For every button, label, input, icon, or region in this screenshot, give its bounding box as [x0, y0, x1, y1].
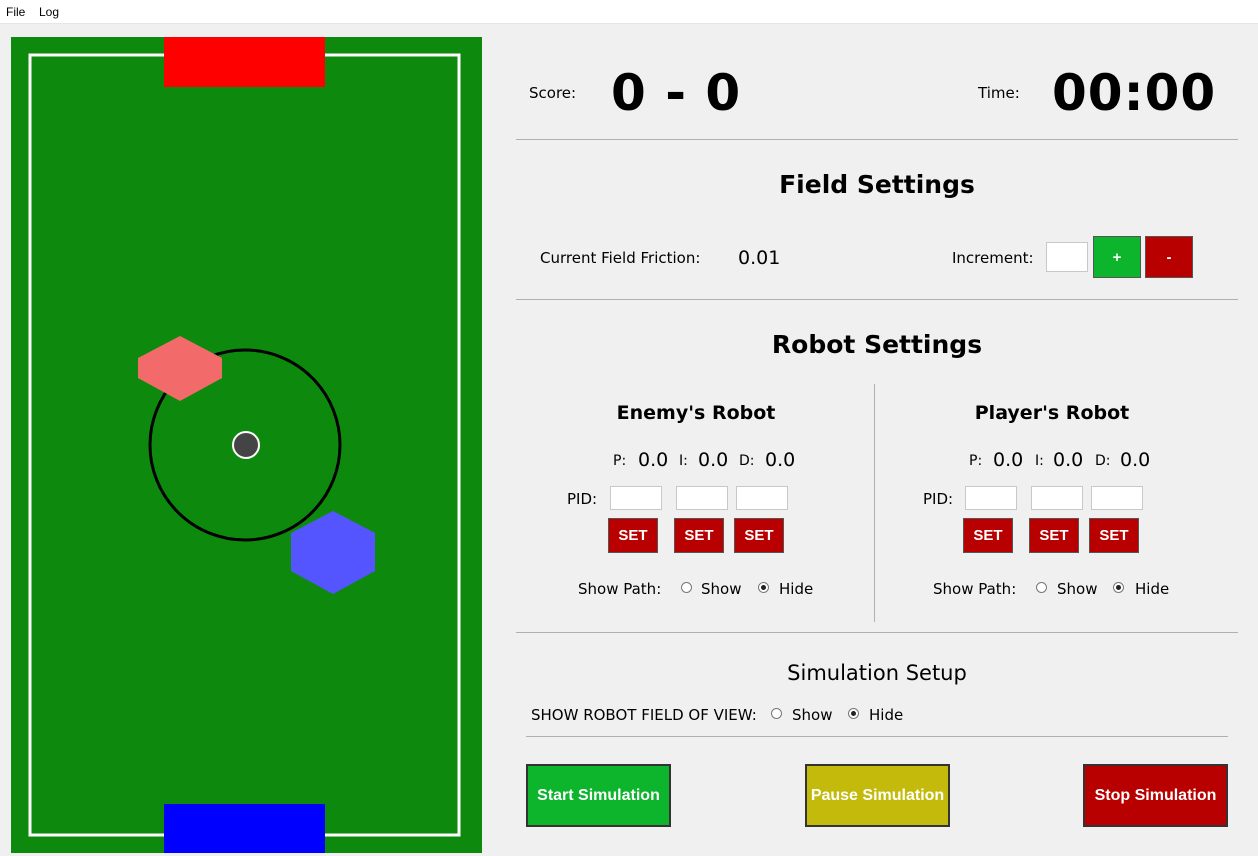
- enemy-d-input[interactable]: [736, 486, 788, 510]
- player-i-key: I:: [1035, 453, 1044, 469]
- stop-simulation-button[interactable]: Stop Simulation: [1083, 764, 1228, 827]
- fov-show-label: Show: [792, 706, 833, 724]
- increment-label: Increment:: [952, 249, 1034, 267]
- player-path-hide-label: Hide: [1135, 580, 1170, 598]
- player-p-input[interactable]: [965, 486, 1017, 510]
- simulation-setup-title: Simulation Setup: [787, 661, 967, 685]
- robot-settings-title: Robot Settings: [771, 330, 983, 359]
- divider: [516, 139, 1238, 140]
- enemy-i-key: I:: [679, 453, 688, 469]
- increment-minus-button[interactable]: -: [1145, 236, 1193, 278]
- player-pid-label: PID:: [923, 490, 954, 508]
- friction-value: 0.01: [738, 247, 781, 269]
- fov-hide-label: Hide: [869, 706, 904, 724]
- enemy-i-input[interactable]: [676, 486, 728, 510]
- field-canvas: [28, 37, 461, 853]
- field-settings-title: Field Settings: [779, 170, 975, 199]
- fov-hide-radio[interactable]: [848, 708, 859, 719]
- soccer-field: [11, 37, 482, 853]
- divider: [516, 632, 1238, 633]
- enemy-set-i-button[interactable]: SET: [674, 518, 724, 553]
- start-simulation-button[interactable]: Start Simulation: [526, 764, 671, 827]
- enemy-robot-title: Enemy's Robot: [616, 402, 776, 424]
- player-set-p-button[interactable]: SET: [963, 518, 1013, 553]
- ball: [232, 431, 260, 459]
- enemy-robot: [138, 336, 222, 401]
- score-value: 0 - 0: [611, 64, 742, 122]
- player-p-value: 0.0: [993, 449, 1024, 471]
- enemy-p-value: 0.0: [638, 449, 669, 471]
- player-goal: [164, 804, 325, 853]
- menu-file[interactable]: File: [6, 5, 25, 19]
- increment-input[interactable]: [1046, 242, 1088, 272]
- enemy-path-show-label: Show: [701, 580, 742, 598]
- player-p-key: P:: [969, 453, 983, 469]
- fov-show-radio[interactable]: [771, 708, 782, 719]
- player-i-input[interactable]: [1031, 486, 1083, 510]
- enemy-p-input[interactable]: [610, 486, 662, 510]
- enemy-d-key: D:: [739, 453, 755, 469]
- fov-label: SHOW ROBOT FIELD OF VIEW:: [531, 706, 757, 724]
- enemy-set-p-button[interactable]: SET: [608, 518, 658, 553]
- enemy-path-hide-radio[interactable]: [758, 582, 769, 593]
- enemy-path-show-radio[interactable]: [681, 582, 692, 593]
- menu-bar: File Log: [0, 0, 1258, 24]
- player-set-i-button[interactable]: SET: [1029, 518, 1079, 553]
- friction-label: Current Field Friction:: [540, 249, 701, 267]
- time-label: Time:: [978, 84, 1020, 102]
- player-path-hide-radio[interactable]: [1113, 582, 1124, 593]
- player-path-show-label: Show: [1057, 580, 1098, 598]
- enemy-goal: [164, 37, 325, 87]
- enemy-i-value: 0.0: [698, 449, 729, 471]
- divider: [526, 736, 1228, 737]
- player-show-path-label: Show Path:: [933, 580, 1017, 598]
- player-robot-title: Player's Robot: [974, 402, 1130, 424]
- enemy-show-path-label: Show Path:: [578, 580, 662, 598]
- player-set-d-button[interactable]: SET: [1089, 518, 1139, 553]
- player-d-value: 0.0: [1120, 449, 1151, 471]
- player-i-value: 0.0: [1053, 449, 1084, 471]
- player-path-show-radio[interactable]: [1036, 582, 1047, 593]
- player-robot: [291, 511, 375, 594]
- menu-log[interactable]: Log: [39, 5, 59, 19]
- time-value: 00:00: [1052, 64, 1217, 122]
- pause-simulation-button[interactable]: Pause Simulation: [805, 764, 950, 827]
- increment-plus-button[interactable]: +: [1093, 236, 1141, 278]
- enemy-path-hide-label: Hide: [779, 580, 814, 598]
- player-d-input[interactable]: [1091, 486, 1143, 510]
- enemy-pid-label: PID:: [567, 490, 598, 508]
- player-d-key: D:: [1095, 453, 1111, 469]
- enemy-p-key: P:: [613, 453, 627, 469]
- enemy-d-value: 0.0: [765, 449, 796, 471]
- divider: [516, 299, 1238, 300]
- score-label: Score:: [529, 84, 577, 102]
- enemy-set-d-button[interactable]: SET: [734, 518, 784, 553]
